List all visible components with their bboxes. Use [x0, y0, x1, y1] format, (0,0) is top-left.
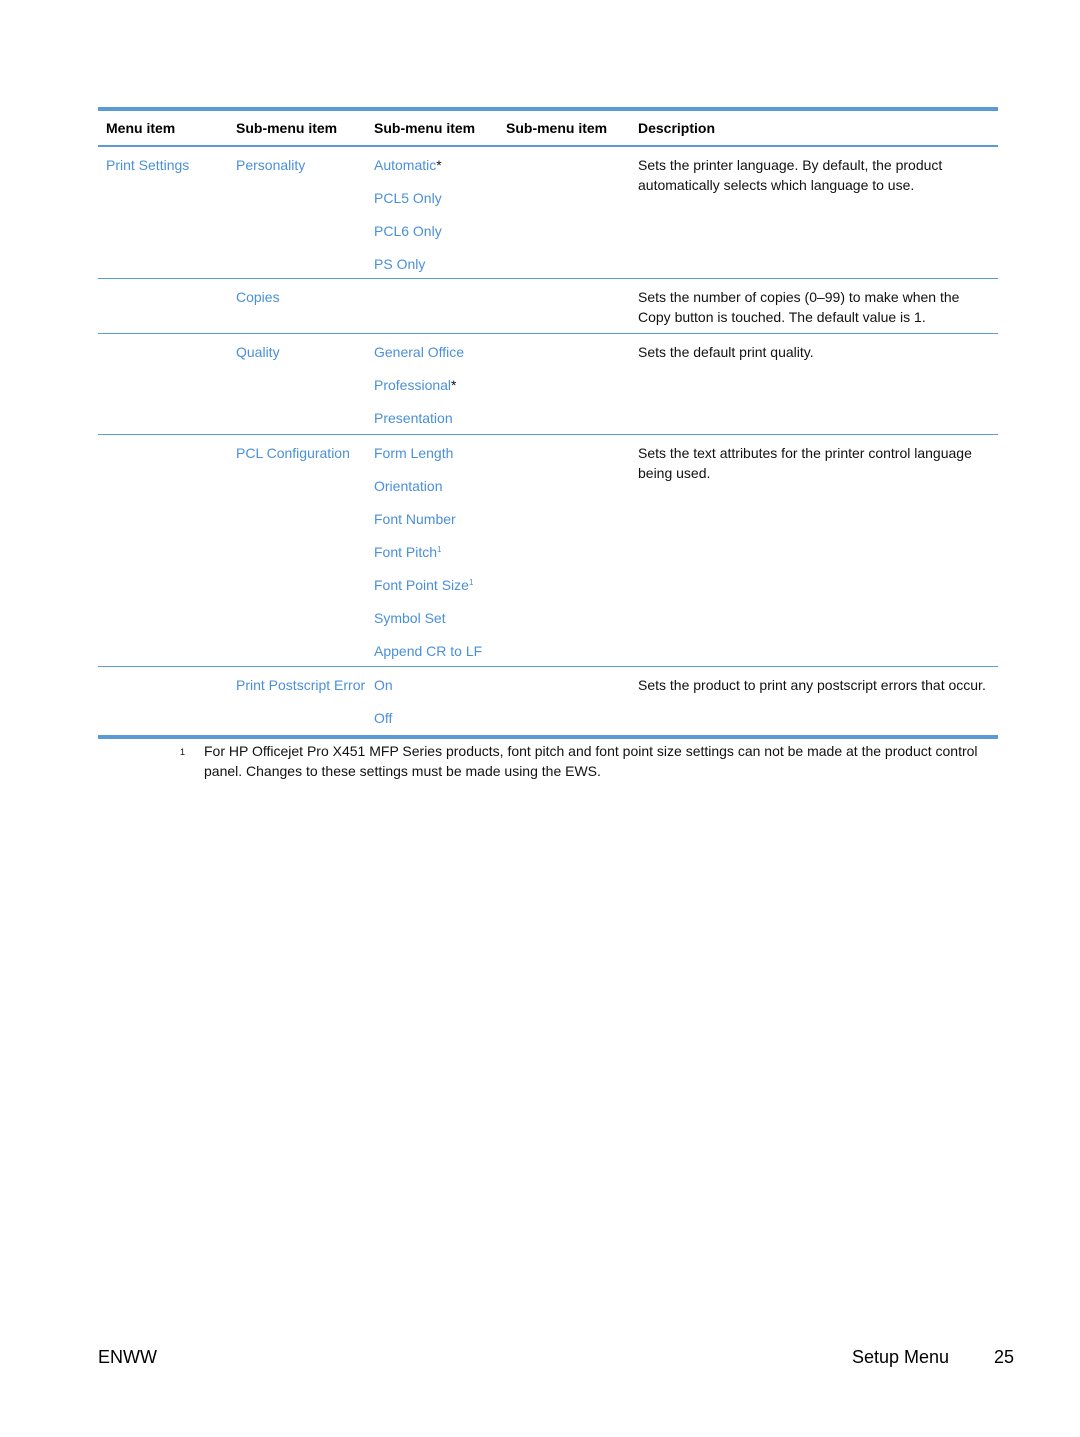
table-header-row: Menu item Sub-menu item Sub-menu item Su…: [98, 111, 998, 147]
header-menu-item: Menu item: [106, 120, 176, 136]
option-label: Form Length: [374, 445, 454, 461]
footer-locale: ENWW: [98, 1347, 157, 1367]
option-item[interactable]: Professional*: [374, 375, 498, 408]
sub-menu-item-cell: PCL Configuration: [228, 443, 366, 463]
option-label: Automatic: [374, 157, 437, 173]
option-label: Symbol Set: [374, 610, 446, 626]
option-item[interactable]: Off: [374, 708, 498, 741]
option-item[interactable]: Form Length: [374, 443, 498, 476]
footer-section-title: Setup Menu: [852, 1347, 950, 1367]
menu-item-link[interactable]: Print Settings: [106, 157, 189, 173]
sub-sub-menu-item-cell: Automatic* PCL5 Only PCL6 Only PS Only: [366, 155, 498, 287]
option-item[interactable]: Symbol Set: [374, 608, 498, 641]
description-cell: Sets the printer language. By default, t…: [638, 157, 943, 193]
sub-sub-menu-item-cell: On Off: [366, 675, 498, 741]
footnote-text: For HP Officejet Pro X451 MFP Series pro…: [204, 743, 978, 779]
footnote-reference: 1: [468, 578, 474, 587]
table-row: PCL Configuration Form Length Orientation F…: [98, 435, 998, 667]
footnote-reference: 1: [437, 545, 442, 554]
header-sub-menu-item-3: Sub-menu item: [506, 120, 608, 136]
table-row: Copies Sets the number of copies (0–99) t…: [98, 279, 998, 334]
option-label: Orientation: [374, 478, 443, 494]
option-label: Font Number: [374, 511, 456, 527]
sub-menu-item-link[interactable]: Quality: [236, 342, 366, 362]
header-sub-menu-item-2: Sub-menu item: [374, 120, 476, 136]
table-row: Print Settings Personality Automatic* PCL5 …: [98, 147, 998, 279]
option-item[interactable]: Automatic*: [374, 155, 498, 188]
table-row: Quality General Office Professional* Presen…: [98, 334, 998, 435]
option-label: On: [374, 677, 393, 693]
sub-menu-item-cell: Personality: [228, 155, 366, 175]
option-label: Professional: [374, 377, 452, 393]
footnote: 1 For HP Officejet Pro X451 MFP Series p…: [180, 741, 980, 781]
table-body: Print Settings Personality Automatic* PCL5 …: [98, 147, 998, 735]
description-cell: Sets the default print quality.: [638, 344, 814, 360]
option-label: General Office: [374, 344, 465, 360]
option-label: Append CR to LF: [374, 643, 483, 659]
option-label: PS Only: [374, 256, 426, 272]
sub-sub-menu-item-cell: General Office Professional* Presentation: [366, 342, 498, 441]
option-label: Presentation: [374, 410, 453, 426]
option-item[interactable]: Presentation: [374, 408, 498, 441]
footer-page-number: 25: [994, 1347, 1015, 1367]
option-item[interactable]: General Office: [374, 342, 498, 375]
option-item[interactable]: On: [374, 675, 498, 708]
description-cell: Sets the product to print any postscript…: [638, 677, 986, 693]
footnote-mark: 1: [180, 747, 186, 757]
option-item[interactable]: PCL5 Only: [374, 188, 498, 221]
sub-menu-item-link[interactable]: Copies: [236, 287, 366, 307]
table-row: Print Postscript Error On Off Sets the prod…: [98, 667, 998, 735]
description-cell: Sets the number of copies (0–99) to make…: [638, 289, 960, 325]
table-bottom-rule: [98, 735, 998, 739]
option-label: PCL6 Only: [374, 223, 442, 239]
option-item[interactable]: PCL6 Only: [374, 221, 498, 254]
menu-item-cell: Print Settings: [98, 155, 228, 175]
description-cell: Sets the text attributes for the printer…: [638, 445, 972, 481]
setup-menu-table: Menu item Sub-menu item Sub-menu item Su…: [98, 107, 998, 739]
sub-sub-menu-item-cell: Form Length Orientation Font Number Font Pi…: [366, 443, 498, 674]
option-label: Font Point Size: [374, 577, 469, 593]
option-label: PCL5 Only: [374, 190, 442, 206]
default-marker: *: [451, 377, 457, 393]
option-label: Font Pitch: [374, 544, 438, 560]
sub-menu-item-link[interactable]: Personality: [236, 155, 366, 175]
option-item[interactable]: Font Pitch1: [374, 542, 498, 575]
sub-menu-item-link[interactable]: PCL Configuration: [236, 443, 366, 463]
header-sub-menu-item-1: Sub-menu item: [236, 120, 338, 136]
option-item[interactable]: PS Only: [374, 254, 498, 287]
sub-menu-item-link[interactable]: Print Postscript Error: [236, 675, 366, 695]
option-item[interactable]: Font Point Size1: [374, 575, 498, 608]
sub-menu-item-cell: Copies: [228, 287, 366, 307]
sub-menu-item-cell: Print Postscript Error: [228, 675, 366, 695]
default-marker: *: [436, 157, 442, 173]
option-item[interactable]: Orientation: [374, 476, 498, 509]
option-item[interactable]: Append CR to LF: [374, 641, 498, 674]
option-item[interactable]: Font Number: [374, 509, 498, 542]
header-description: Description: [638, 120, 716, 136]
sub-menu-item-cell: Quality: [228, 342, 366, 362]
option-label: Off: [374, 710, 393, 726]
